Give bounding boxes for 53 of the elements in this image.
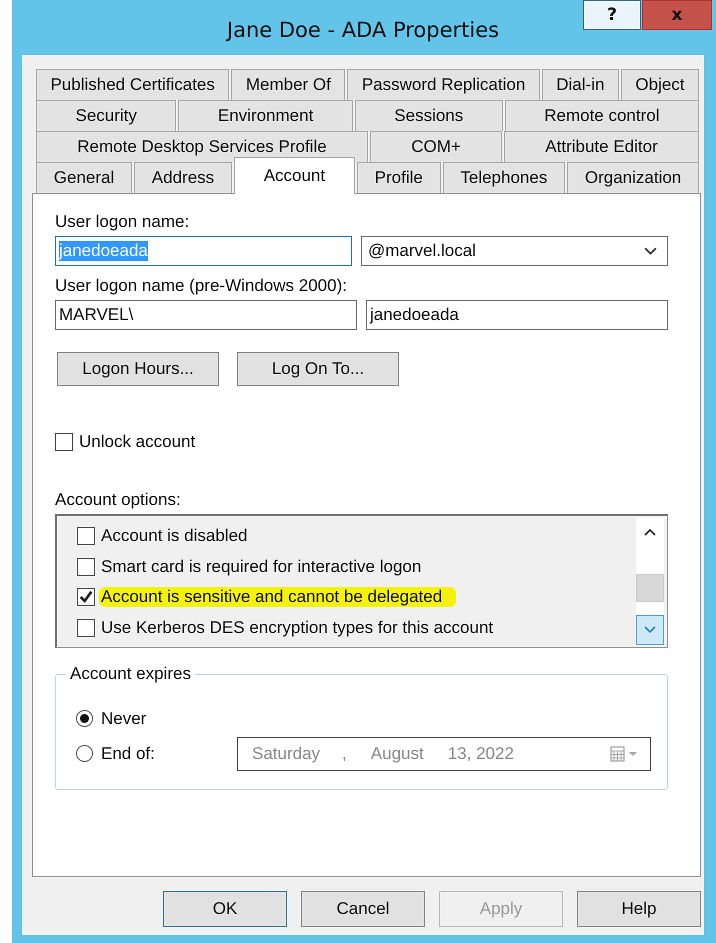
dialog-button[interactable]: Cancel [301, 891, 425, 927]
dialog-button[interactable]: OK [163, 891, 287, 927]
radio-label: Never [101, 708, 148, 728]
checkbox[interactable] [77, 618, 95, 637]
checkbox-label: Use Kerberos DES encryption types for this account [101, 618, 494, 638]
dialog-button[interactable]: Help [577, 891, 701, 927]
radio-button[interactable] [76, 745, 93, 762]
tab[interactable]: General [36, 162, 132, 193]
chevron-down-icon [644, 246, 657, 256]
checkbox[interactable] [77, 558, 95, 576]
tab[interactable]: Organization [567, 162, 700, 193]
tab[interactable]: Member Of [231, 69, 346, 100]
tab[interactable]: Telephones [442, 162, 566, 193]
close-button[interactable]: x [642, 0, 712, 30]
dialog-button[interactable]: Logon Hours... [57, 352, 219, 386]
help-button[interactable]: ? [583, 0, 641, 30]
checkbox-label: Account is disabled [101, 526, 248, 546]
domain-dropdown[interactable]: @marvel.local [361, 236, 668, 266]
checkbox-label: Account is sensitive and cannot be delegated [99, 587, 456, 608]
checkbox-label: Smart card is required for interactive logon [101, 556, 422, 577]
tab[interactable]: COM+ [370, 131, 502, 162]
checkbox-label: Unlock account [79, 432, 196, 452]
tab[interactable]: Profile [356, 162, 441, 193]
input-field[interactable]: MARVEL\ [55, 300, 357, 330]
radio-button[interactable] [76, 710, 93, 727]
tab[interactable]: Sessions [354, 100, 503, 131]
scrollbar-thumb[interactable] [636, 574, 664, 602]
checkbox[interactable] [77, 588, 95, 606]
tab[interactable]: Account [234, 157, 355, 194]
tab[interactable]: Remote control [504, 100, 699, 131]
tab[interactable]: Remote Desktop Services Profile [36, 131, 368, 162]
scroll-down-button[interactable] [636, 615, 664, 645]
tab[interactable]: Dial-in [542, 69, 619, 100]
group-label: Account expires [66, 664, 195, 684]
tab[interactable]: Object [620, 69, 700, 100]
checkbox[interactable] [77, 527, 95, 546]
tab[interactable]: Password Replication [347, 69, 540, 100]
checkbox[interactable] [55, 433, 73, 451]
radio-label: End of: [101, 744, 156, 764]
field-label: User logon name (pre-Windows 2000): [55, 276, 348, 296]
text-selection: janedoeada [59, 241, 148, 261]
tab[interactable]: Published Certificates [36, 69, 230, 100]
tab[interactable]: Address [134, 162, 232, 193]
field-label: Account options: [55, 490, 182, 510]
chevron-up-icon [644, 528, 656, 536]
tab[interactable]: Security [36, 100, 176, 131]
tab[interactable]: Environment [178, 100, 353, 131]
tab[interactable]: Attribute Editor [504, 131, 699, 162]
input-field[interactable]: janedoeada [366, 300, 668, 330]
window-title: Jane Doe - ADA Properties [226, 16, 500, 42]
field-label: User logon name: [55, 212, 190, 232]
chevron-down-icon [644, 626, 656, 634]
dialog-button[interactable]: Log On To... [237, 352, 399, 386]
